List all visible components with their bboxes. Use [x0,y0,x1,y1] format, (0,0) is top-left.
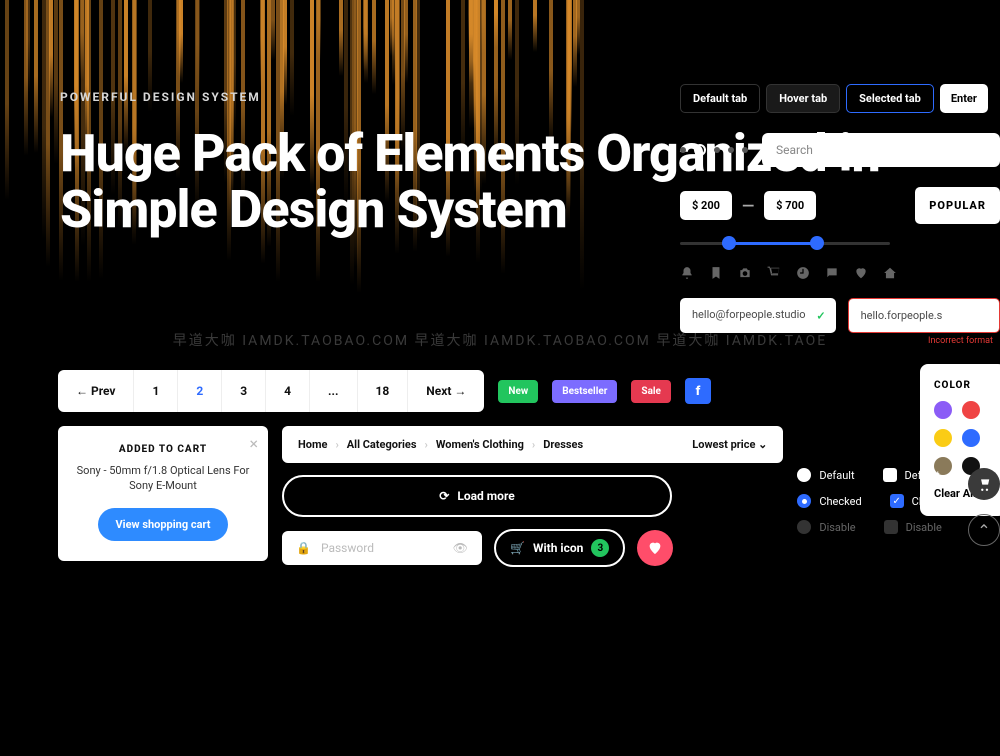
tab-selected[interactable]: Selected tab [846,84,934,113]
home-icon[interactable] [883,266,897,280]
radio-checked[interactable]: Checked [797,494,861,508]
badge-bestseller: Bestseller [552,380,617,403]
page-next[interactable]: Next → [408,370,484,412]
email-invalid[interactable]: hello.forpeople.s Incorrect format [848,298,1000,333]
dot[interactable] [728,147,734,153]
chevron-right-icon: › [532,438,535,451]
page-3[interactable]: 3 [222,370,266,412]
cart-round-button[interactable] [968,468,1000,500]
chevron-up-icon: ⌃ [977,521,990,540]
round-buttons: ⌃ [968,468,1000,546]
components-panel-lower: ← Prev 1 2 3 4 ... 18 Next → New Bestsel… [58,370,1000,567]
load-more-button[interactable]: ⟳ Load more [282,475,672,517]
badge-sale: Sale [631,380,671,403]
with-icon-count: 3 [591,539,609,557]
chevron-right-icon: › [425,438,428,451]
tabs: Default tab Hover tab Selected tab Enter [680,84,1000,113]
eye-icon[interactable]: 👁 [453,541,468,555]
cart-title: ADDED TO CART [76,444,250,455]
components-panel-top: Default tab Hover tab Selected tab Enter… [680,84,1000,333]
heart-icon[interactable] [854,266,868,280]
facebook-button[interactable]: f [685,378,711,404]
dot[interactable] [742,147,748,153]
page-18[interactable]: 18 [358,370,409,412]
dot[interactable] [680,147,686,153]
color-popover-title: COLOR [934,380,992,391]
chat-icon[interactable] [825,266,839,280]
refresh-icon: ⟳ [439,489,449,503]
radio-disabled: Disable [797,520,855,534]
clock-icon[interactable] [796,266,810,280]
popular-button[interactable]: POPULAR [915,187,1000,224]
bc-dresses[interactable]: Dresses [543,438,583,451]
load-more-label: Load more [457,489,514,503]
page-1[interactable]: 1 [134,370,178,412]
dot[interactable] [714,147,720,153]
cart-icon [977,477,991,491]
radio-default[interactable]: Default [797,468,854,482]
dot-active[interactable] [694,144,706,156]
favorite-button[interactable] [637,530,673,566]
checkbox-default[interactable]: Default [883,468,940,482]
camera-icon[interactable] [738,266,752,280]
breadcrumb: Home › All Categories › Women's Clothing… [282,426,783,463]
bc-all[interactable]: All Categories [347,438,417,451]
slider-thumb-max[interactable] [810,236,824,250]
password-placeholder: Password [321,541,374,555]
tab-enter[interactable]: Enter [940,84,988,113]
cart-toast: × ADDED TO CART Sony - 50mm f/1.8 Optica… [58,426,268,561]
check-icon: ✓ [816,309,825,322]
swatch-purple[interactable] [934,401,952,419]
email-valid-text: hello@forpeople.studio [692,308,806,321]
page-ellipsis[interactable]: ... [310,370,357,412]
bc-womens[interactable]: Women's Clothing [436,438,524,451]
swatch-red[interactable] [962,401,980,419]
cart-icon[interactable] [767,266,781,280]
price-min[interactable]: $ 200 [680,191,732,220]
email-valid[interactable]: hello@forpeople.studio ✓ [680,298,836,333]
price-max[interactable]: $ 700 [764,191,816,220]
checkbox-disabled: Disable [884,520,942,534]
chevron-right-icon: › [335,438,338,451]
bc-home[interactable]: Home [298,438,327,451]
cart-desc: Sony - 50mm f/1.8 Optical Lens For Sony … [76,463,250,494]
password-input[interactable]: 🔒 Password 👁 [282,531,482,565]
bookmark-icon[interactable] [709,266,723,280]
up-round-button[interactable]: ⌃ [968,514,1000,546]
heart-icon [647,540,663,556]
badge-new: New [498,380,538,403]
page-4[interactable]: 4 [266,370,310,412]
controls: Default Default Checked ✓Checked Disable… [797,468,954,534]
email-invalid-text: hello.forpeople.s [861,309,943,322]
tab-default[interactable]: Default tab [680,84,760,113]
sort-dropdown[interactable]: Lowest price ⌄ [692,438,767,451]
icon-row [680,266,1000,280]
with-icon-button[interactable]: 🛒 With icon 3 [494,529,625,567]
price-dash: — [742,196,754,215]
pagination: ← Prev 1 2 3 4 ... 18 Next → [58,370,484,412]
tab-hover[interactable]: Hover tab [766,84,840,113]
page-prev[interactable]: ← Prev [58,370,134,412]
lock-icon: 🔒 [296,541,311,555]
chevron-down-icon: ⌄ [758,438,767,451]
error-label: Incorrect format [928,336,993,346]
carousel-dots[interactable] [680,144,748,156]
search-input[interactable]: Search [762,133,1000,167]
checkbox-checked[interactable]: ✓Checked [890,494,954,508]
slider-thumb-min[interactable] [722,236,736,250]
bell-icon[interactable] [680,266,694,280]
page-2[interactable]: 2 [178,370,222,412]
watermark: 早道大咖 IAMDK.TAOBAO.COM 早道大咖 IAMDK.TAOBAO.… [0,330,1000,350]
cart-icon: 🛒 [510,541,525,555]
view-cart-button[interactable]: View shopping cart [98,508,229,541]
with-icon-label: With icon [533,541,583,555]
close-icon[interactable]: × [249,434,258,453]
range-slider[interactable] [680,234,890,252]
